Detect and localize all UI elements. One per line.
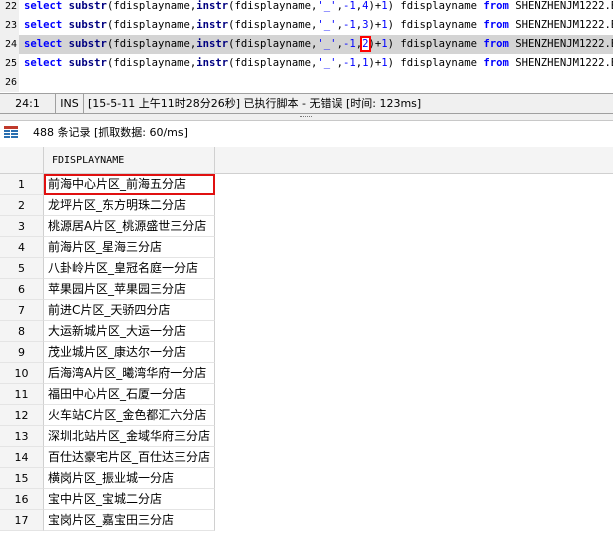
sql-editor[interactable]: 22 select substr(fdisplayname,instr(fdisp… [0,0,613,92]
table-row[interactable]: 16 宝中片区_宝城二分店 [0,489,613,510]
cell-fdisplayname[interactable]: 前海片区_星海三分店 [44,237,215,258]
row-number[interactable]: 13 [0,426,44,447]
record-count-label: 488 条记录 [抓取数据: 60/ms] [33,126,188,139]
table-row[interactable]: 17 宝岗片区_嘉宝田三分店 [0,510,613,531]
table-row[interactable]: 5 八卦岭片区_皇冠名庭一分店 [0,258,613,279]
table-row[interactable]: 6 苹果园片区_苹果园三分店 [0,279,613,300]
status-message: [15-5-11 上午11时28分26秒] 已执行脚本 - 无错误 [时间: 1… [88,97,422,110]
code-line-25[interactable]: 25 select substr(fdisplayname,instr(fdisp… [0,54,613,73]
status-bar: 24:1 INS [15-5-11 上午11时28分26秒] 已执行脚本 - 无… [0,93,613,114]
table-row[interactable]: 11 福田中心片区_石厦一分店 [0,384,613,405]
table-row[interactable]: 9 茂业城片区_康达尔一分店 [0,342,613,363]
table-row[interactable]: 3 桃源居A片区_桃源盛世三分店 [0,216,613,237]
result-toolbar: 488 条记录 [抓取数据: 60/ms] [0,121,613,145]
row-number[interactable]: 14 [0,447,44,468]
cell-fdisplayname[interactable]: 苹果园片区_苹果园三分店 [44,279,215,300]
cell-fdisplayname[interactable]: 龙坪片区_东方明珠二分店 [44,195,215,216]
cell-fdisplayname[interactable]: 前海中心片区_前海五分店 [44,174,215,195]
table-row[interactable]: 2 龙坪片区_东方明珠二分店 [0,195,613,216]
row-number[interactable]: 9 [0,342,44,363]
sql-statement: select substr(fdisplayname,instr(fdispla… [24,19,613,31]
cell-fdisplayname[interactable]: 百仕达豪宅片区_百仕达三分店 [44,447,215,468]
row-number[interactable]: 1 [0,174,44,195]
row-number[interactable]: 4 [0,237,44,258]
pane-splitter[interactable] [0,114,613,121]
cursor-position: 24:1 [0,94,56,113]
row-number[interactable]: 17 [0,510,44,531]
line-number: 26 [0,73,19,92]
table-row[interactable]: 10 后海湾A片区_曦湾华府一分店 [0,363,613,384]
cell-fdisplayname[interactable]: 宝中片区_宝城二分店 [44,489,215,510]
cell-fdisplayname[interactable]: 八卦岭片区_皇冠名庭一分店 [44,258,215,279]
table-row[interactable]: 4 前海片区_星海三分店 [0,237,613,258]
row-number[interactable]: 11 [0,384,44,405]
insert-mode: INS [56,94,84,113]
table-row[interactable]: 8 大运新城片区_大运一分店 [0,321,613,342]
line-number: 25 [0,54,19,73]
sql-statement: select substr(fdisplayname,instr(fdispla… [24,0,613,12]
table-row[interactable]: 13 深圳北站片区_金域华府三分店 [0,426,613,447]
code-line-26[interactable]: 26 [0,73,613,92]
row-number[interactable]: 12 [0,405,44,426]
line-number: 22 [0,0,19,16]
cell-fdisplayname[interactable]: 福田中心片区_石厦一分店 [44,384,215,405]
cell-fdisplayname[interactable]: 桃源居A片区_桃源盛世三分店 [44,216,215,237]
row-number[interactable]: 16 [0,489,44,510]
table-row[interactable]: 7 前进C片区_天骄四分店 [0,300,613,321]
code-line-22[interactable]: 22 select substr(fdisplayname,instr(fdisp… [0,0,613,16]
row-number[interactable]: 15 [0,468,44,489]
grid-header: FDISPLAYNAME [0,147,613,174]
sql-statement: select substr(fdisplayname,instr(fdispla… [24,36,613,52]
line-number: 24 [0,35,19,54]
table-row[interactable]: 15 横岗片区_振业城一分店 [0,468,613,489]
column-header-fdisplayname[interactable]: FDISPLAYNAME [44,147,215,174]
table-row[interactable]: 1 前海中心片区_前海五分店 [0,174,613,195]
cell-fdisplayname[interactable]: 后海湾A片区_曦湾华府一分店 [44,363,215,384]
code-line-23[interactable]: 23 select substr(fdisplayname,instr(fdisp… [0,16,613,35]
row-number[interactable]: 2 [0,195,44,216]
cell-fdisplayname[interactable]: 火车站C片区_金色都汇六分店 [44,405,215,426]
grid-corner[interactable] [0,147,44,174]
cell-fdisplayname[interactable]: 深圳北站片区_金域华府三分店 [44,426,215,447]
table-row[interactable]: 12 火车站C片区_金色都汇六分店 [0,405,613,426]
cell-fdisplayname[interactable]: 大运新城片区_大运一分店 [44,321,215,342]
grid-icon[interactable] [4,126,18,140]
sql-statement: select substr(fdisplayname,instr(fdispla… [24,57,613,69]
row-number[interactable]: 8 [0,321,44,342]
row-number[interactable]: 6 [0,279,44,300]
row-number[interactable]: 5 [0,258,44,279]
row-number[interactable]: 3 [0,216,44,237]
cell-fdisplayname[interactable]: 茂业城片区_康达尔一分店 [44,342,215,363]
row-number[interactable]: 7 [0,300,44,321]
cell-fdisplayname[interactable]: 横岗片区_振业城一分店 [44,468,215,489]
table-row[interactable]: 14 百仕达豪宅片区_百仕达三分店 [0,447,613,468]
cell-fdisplayname[interactable]: 前进C片区_天骄四分店 [44,300,215,321]
code-line-24[interactable]: 24 select substr(fdisplayname,instr(fdisp… [0,35,613,54]
line-number: 23 [0,16,19,35]
row-number[interactable]: 10 [0,363,44,384]
cell-fdisplayname[interactable]: 宝岗片区_嘉宝田三分店 [44,510,215,531]
result-grid[interactable]: FDISPLAYNAME 1 前海中心片区_前海五分店 2 龙坪片区_东方明珠二分店 3… [0,147,613,533]
